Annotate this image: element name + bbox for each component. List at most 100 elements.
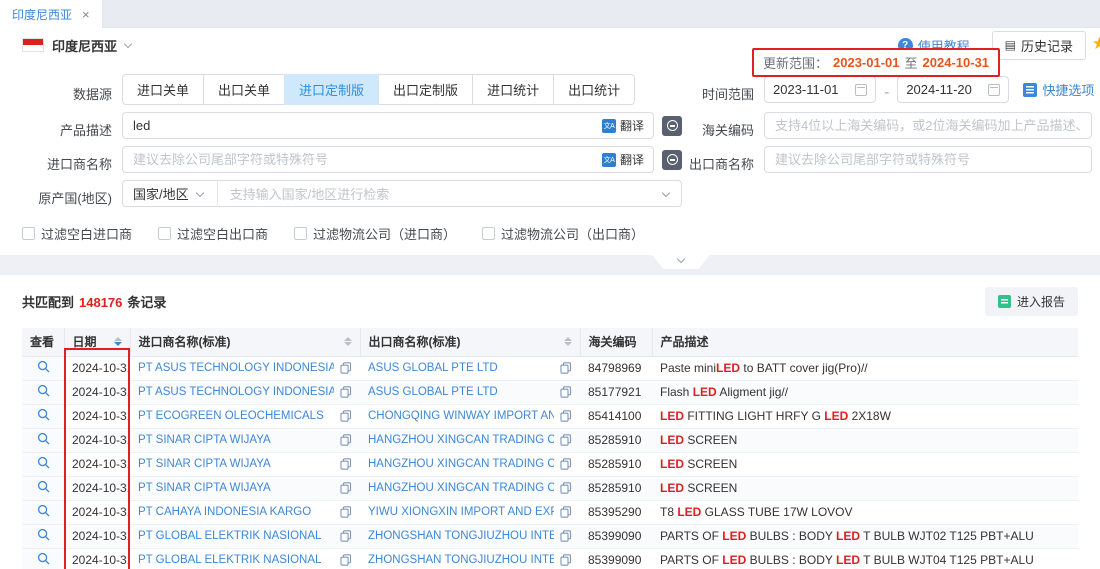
- exporter-cell: YIWU XIONGXIN IMPORT AND EXPORT...: [360, 500, 580, 524]
- exporter-link[interactable]: HANGZHOU XINGCAN TRADING CO LTD: [368, 482, 554, 494]
- importer-link[interactable]: PT SINAR CIPTA WIJAYA: [138, 482, 334, 494]
- col-date[interactable]: 日期: [64, 328, 130, 356]
- exact-match-toggle-icon[interactable]: [662, 116, 682, 136]
- history-button[interactable]: ▤ 历史记录: [992, 31, 1086, 60]
- collapse-form-button[interactable]: [652, 255, 710, 269]
- copy-icon[interactable]: [560, 482, 572, 494]
- exporter-input[interactable]: [765, 147, 1091, 172]
- view-cell[interactable]: [22, 452, 64, 476]
- date-cell: 2024-10-31: [64, 476, 130, 500]
- quick-options-link[interactable]: 快捷选项: [1023, 80, 1094, 99]
- data-source-option[interactable]: 进口统计: [472, 74, 554, 105]
- importer-inputbox: 文A 翻译: [122, 146, 654, 173]
- close-icon[interactable]: ×: [82, 7, 90, 22]
- start-date-input[interactable]: 2023-11-01: [764, 76, 876, 103]
- importer-link[interactable]: PT GLOBAL ELEKTRIK NASIONAL: [138, 554, 334, 566]
- exporter-link[interactable]: HANGZHOU XINGCAN TRADING CO LTD: [368, 434, 554, 446]
- calendar-icon: [855, 84, 867, 96]
- filter-checkbox[interactable]: 过滤空白进口商: [22, 224, 132, 243]
- importer-link[interactable]: PT CAHAYA INDONESIA KARGO: [138, 506, 334, 518]
- view-cell[interactable]: [22, 380, 64, 404]
- data-source-option[interactable]: 进口关单: [122, 74, 204, 105]
- copy-icon[interactable]: [340, 362, 352, 374]
- copy-icon[interactable]: [340, 530, 352, 542]
- copy-icon[interactable]: [560, 554, 572, 566]
- data-source-option[interactable]: 出口统计: [553, 74, 635, 105]
- exporter-link[interactable]: CHONGQING WINWAY IMPORT AND E...: [368, 410, 554, 422]
- copy-icon[interactable]: [560, 506, 572, 518]
- data-source-option[interactable]: 出口定制版: [378, 74, 473, 105]
- checkbox-icon[interactable]: [482, 227, 495, 240]
- exporter-link[interactable]: HANGZHOU XINGCAN TRADING CO LTD: [368, 458, 554, 470]
- col-importer[interactable]: 进口商名称(标准): [130, 328, 360, 356]
- copy-icon[interactable]: [560, 458, 572, 470]
- copy-icon[interactable]: [340, 386, 352, 398]
- copy-icon[interactable]: [560, 362, 572, 374]
- copy-icon[interactable]: [560, 434, 572, 446]
- product-desc-input[interactable]: [123, 113, 602, 138]
- exporter-link[interactable]: ASUS GLOBAL PTE LTD: [368, 386, 554, 398]
- checkbox-icon[interactable]: [22, 227, 35, 240]
- view-cell[interactable]: [22, 548, 64, 569]
- filter-checkbox[interactable]: 过滤物流公司（进口商）: [294, 224, 456, 243]
- exporter-link[interactable]: ZHONGSHAN TONGJIUZHOU INTERNA...: [368, 554, 554, 566]
- view-cell[interactable]: [22, 428, 64, 452]
- exporter-link[interactable]: ASUS GLOBAL PTE LTD: [368, 362, 554, 374]
- exact-match-toggle-icon[interactable]: [662, 150, 682, 170]
- exporter-cell: ZHONGSHAN TONGJIUZHOU INTERNA...: [360, 524, 580, 548]
- translate-button[interactable]: 文A 翻译: [602, 117, 653, 134]
- copy-icon[interactable]: [340, 410, 352, 422]
- importer-cell: PT SINAR CIPTA WIJAYA: [130, 476, 360, 500]
- origin-country-select[interactable]: 国家/地区 支持输入国家/地区进行检索: [122, 180, 682, 207]
- importer-input[interactable]: [123, 147, 602, 172]
- translate-button[interactable]: 文A 翻译: [602, 151, 653, 168]
- importer-cell: PT GLOBAL ELEKTRIK NASIONAL: [130, 524, 360, 548]
- importer-link[interactable]: PT ASUS TECHNOLOGY INDONESIA BA...: [138, 362, 334, 374]
- col-view: 查看: [22, 328, 64, 356]
- view-cell[interactable]: [22, 524, 64, 548]
- hs-code-input[interactable]: [765, 113, 1091, 138]
- copy-icon[interactable]: [560, 410, 572, 422]
- magnifier-icon: [37, 432, 50, 445]
- origin-type-select[interactable]: 国家/地区: [123, 181, 218, 206]
- filter-label: 过滤物流公司（出口商）: [501, 224, 644, 243]
- importer-link[interactable]: PT SINAR CIPTA WIJAYA: [138, 458, 334, 470]
- importer-link[interactable]: PT ECOGREEN OLEOCHEMICALS: [138, 410, 334, 422]
- importer-link[interactable]: PT GLOBAL ELEKTRIK NASIONAL: [138, 530, 334, 542]
- favorite-star-icon[interactable]: ★: [1092, 34, 1100, 54]
- importer-label: 进口商名称: [22, 154, 112, 173]
- filter-checkbox[interactable]: 过滤空白出口商: [158, 224, 268, 243]
- col-exporter[interactable]: 出口商名称(标准): [360, 328, 580, 356]
- view-cell[interactable]: [22, 476, 64, 500]
- exporter-link[interactable]: ZHONGSHAN TONGJIUZHOU INTERNA...: [368, 530, 554, 542]
- copy-icon[interactable]: [340, 506, 352, 518]
- hs-code-cell: 85399090: [580, 548, 652, 569]
- chevron-down-icon[interactable]: [124, 40, 132, 48]
- copy-icon[interactable]: [560, 530, 572, 542]
- importer-link[interactable]: PT ASUS TECHNOLOGY INDONESIA BA...: [138, 386, 334, 398]
- view-cell[interactable]: [22, 404, 64, 428]
- update-range-joiner: 至: [905, 53, 918, 72]
- date-cell: 2024-10-31: [64, 452, 130, 476]
- exporter-cell: HANGZHOU XINGCAN TRADING CO LTD: [360, 428, 580, 452]
- copy-icon[interactable]: [340, 482, 352, 494]
- data-source-option[interactable]: 出口关单: [203, 74, 285, 105]
- tab-indonesia[interactable]: 印度尼西亚 ×: [0, 0, 103, 28]
- enter-report-button[interactable]: 进入报告: [985, 287, 1078, 316]
- importer-link[interactable]: PT SINAR CIPTA WIJAYA: [138, 434, 334, 446]
- checkbox-icon[interactable]: [294, 227, 307, 240]
- end-date-input[interactable]: 2024-11-20: [897, 76, 1009, 103]
- copy-icon[interactable]: [560, 386, 572, 398]
- copy-icon[interactable]: [340, 554, 352, 566]
- checkbox-icon[interactable]: [158, 227, 171, 240]
- copy-icon[interactable]: [340, 434, 352, 446]
- exporter-link[interactable]: YIWU XIONGXIN IMPORT AND EXPORT...: [368, 506, 554, 518]
- copy-icon[interactable]: [340, 458, 352, 470]
- hs-code-cell: 85414100: [580, 404, 652, 428]
- data-source-option[interactable]: 进口定制版: [284, 74, 379, 105]
- view-cell[interactable]: [22, 356, 64, 380]
- product-desc-cell: LED FITTING LIGHT HRFY G LED 2X18W: [652, 404, 1078, 428]
- view-cell[interactable]: [22, 500, 64, 524]
- filter-checkbox[interactable]: 过滤物流公司（出口商）: [482, 224, 644, 243]
- time-range-label: 时间范围: [682, 84, 754, 103]
